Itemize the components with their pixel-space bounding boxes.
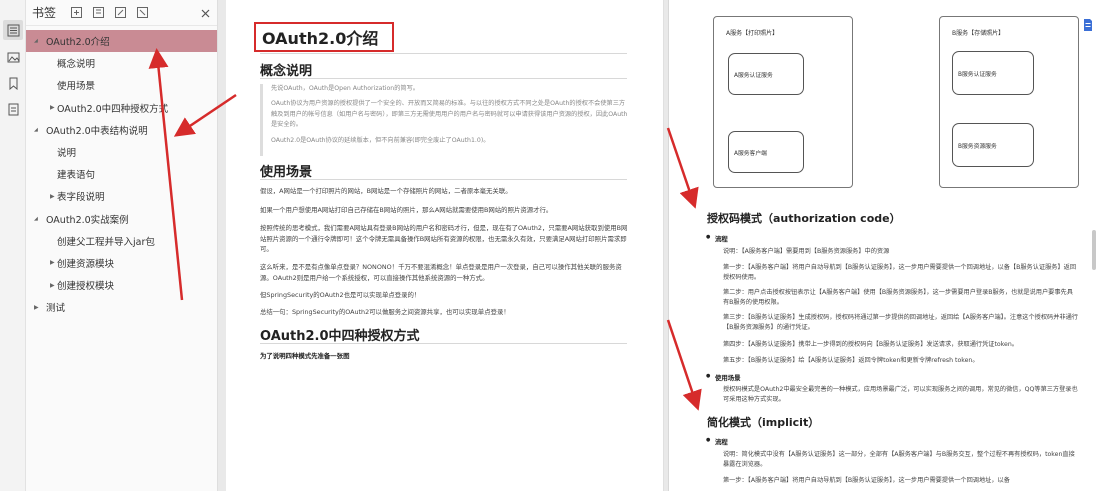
document-icon <box>1084 19 1092 31</box>
sidebar-item[interactable]: 使用场景 <box>26 74 217 96</box>
sidebar-item-label: 创建资源模块 <box>57 258 115 270</box>
sidebar-item[interactable]: ▶ 创建资源模块 <box>26 252 217 274</box>
section-heading: 授权码模式（authorization code） <box>707 212 901 225</box>
image-icon[interactable] <box>3 47 23 67</box>
paragraph: 第五步：【B服务认证服务】给【A服务认证服务】返回令牌token和更新令牌ref… <box>723 357 979 364</box>
expand-all-icon[interactable] <box>90 5 106 21</box>
diagram-box: B服务认证服务 <box>952 51 1034 95</box>
sidebar-item[interactable]: 说明 <box>26 141 217 163</box>
diagram-box: B服务资源服务 <box>952 123 1034 167</box>
bullet-heading: 使用场景 <box>706 373 740 382</box>
sidebar-item[interactable]: 建表语句 <box>26 163 217 185</box>
caret-right-icon[interactable]: ▶ <box>50 259 55 266</box>
attachment-icon[interactable] <box>3 99 23 119</box>
document-page-1: OAuth2.0介绍 概念说明 先说OAuth，OAuth是Open Autho… <box>226 0 664 491</box>
panel-title: 书签 <box>32 6 57 20</box>
sidebar-item-label: OAuth2.0介绍 <box>46 37 110 49</box>
service-a-diagram: A服务【打印照片】 A服务认证服务 A服务客户端 <box>713 16 853 188</box>
bookmark-icon[interactable] <box>3 73 23 93</box>
quote-block: 先说OAuth，OAuth是Open Authorization的简写。 OAu… <box>260 84 628 156</box>
service-b-diagram: B服务【存储照片】 B服务认证服务 B服务资源服务 <box>939 16 1079 188</box>
sidebar-item-label: OAuth2.0中表结构说明 <box>46 125 148 137</box>
paragraph: 总结一句：SpringSecurity的OAuth2可以做服务之间资源共享，也可… <box>260 308 510 316</box>
paragraph: 第二步：用户点击授权按钮表示让【A服务客户端】使用【B服务资源服务】，这一步需要… <box>723 289 1073 307</box>
sidebar-item[interactable]: ▶ OAuth2.0中四种授权方式 <box>26 97 217 119</box>
paragraph: 但SpringSecurity的OAuth2也是可以实现单点登录的！ <box>260 291 421 299</box>
caret-down-icon[interactable]: ◢ <box>34 216 38 222</box>
paragraph: 第三步：【B服务认证服务】生成授权码，授权码将通过第一步提供的回调地址，返回给【… <box>723 314 1078 332</box>
paragraph: 第四步：【A服务认证服务】携带上一步得到的授权码向【B服务认证服务】发送请求，获… <box>723 341 1018 348</box>
sidebar-item-label: 建表语句 <box>57 170 96 182</box>
paragraph: 第一步：【A服务客户端】将用户自动导航到【B服务认证服务】，这一步用户需要提供一… <box>723 264 1077 282</box>
sidebar-item-label: OAuth2.0中四种授权方式 <box>57 103 169 115</box>
bookmark-tree: ◢ OAuth2.0介绍 概念说明 使用场景 ▶ OAuth2.0中四种授权方式 ◢ OAut… <box>26 30 217 318</box>
sidebar-item[interactable]: ▶ 表字段说明 <box>26 185 217 207</box>
paragraph: 如果一个用户想使用A网站打印自己存储在B网站的照片，那么A网站就需要使用B网站的… <box>260 206 553 214</box>
divider <box>260 343 627 344</box>
delete-bookmark-icon[interactable] <box>134 5 150 21</box>
paragraph: 第一步：【A服务客户端】将用户自动导航到【B服务认证服务】，这一步用户需要提供一… <box>723 477 1010 484</box>
caret-right-icon[interactable]: ▶ <box>50 104 55 111</box>
note-text: 为了说明四种模式先准备一张图 <box>260 352 350 360</box>
section-heading: OAuth2.0中四种授权方式 <box>260 329 420 344</box>
divider <box>260 78 627 79</box>
sidebar-item[interactable]: ◢ OAuth2.0中表结构说明 <box>26 119 217 141</box>
quote-text: OAuth2.0是OAuth协议的延续版本，但不向前兼容(即完全废止了OAuth… <box>271 136 490 144</box>
caret-right-icon[interactable]: ▶ <box>34 304 39 311</box>
sidebar-item[interactable]: ▶ 测试 <box>26 296 217 318</box>
panel-header: 书签 <box>26 0 217 26</box>
icon-rail <box>0 0 26 491</box>
sidebar-item-label: 测试 <box>46 303 66 315</box>
sidebar-item-label: 创建父工程并导入jar包 <box>57 236 155 248</box>
diagram-box: A服务客户端 <box>728 131 804 173</box>
paragraph: 说明：简化模式中没有【A服务认证服务】这一部分，全部有【A服务客户端】与B服务交… <box>723 451 1075 469</box>
sidebar-item-label: 表字段说明 <box>57 192 105 204</box>
sidebar-item[interactable]: 创建父工程并导入jar包 <box>26 230 217 252</box>
close-icon[interactable] <box>197 5 213 21</box>
paragraph: 这么听来，是不是有点像单点登录？NONONO！千万不要混淆概念！单点登录是用户一… <box>260 263 622 282</box>
add-bookmark-icon[interactable] <box>68 5 84 21</box>
bookmark-panel: 书签 ◢ OAuth2.0介绍 概念说明 使用场景 ▶ OAuth2.0中四种授权方式 ◢ O… <box>26 0 218 491</box>
divider <box>260 179 627 180</box>
paragraph: 授权码模式是OAuth2中最安全最完善的一种模式，应用场景最广泛，可以实现服务之… <box>723 386 1078 404</box>
sidebar-item-label: OAuth2.0实战案例 <box>46 214 129 226</box>
page-title: OAuth2.0介绍 <box>254 22 394 52</box>
document-page-2: A服务【打印照片】 A服务认证服务 A服务客户端 B服务【存储照片】 B服务认证… <box>668 0 1098 491</box>
section-heading: 概念说明 <box>260 64 313 79</box>
paragraph: 说明：【A服务客户端】需要用到【B服务资源服务】中的资源 <box>723 248 890 255</box>
sidebar-item[interactable]: ◢ OAuth2.0实战案例 <box>26 208 217 230</box>
diagram-box: A服务认证服务 <box>728 53 804 95</box>
sidebar-item[interactable]: 概念说明 <box>26 52 217 74</box>
sidebar-item-label: 创建授权模块 <box>57 281 115 293</box>
paragraph: 假设，A网站是一个打印照片的网站，B网站是一个存储照片的网站，二者原本毫无关联。 <box>260 187 512 195</box>
caret-down-icon[interactable]: ◢ <box>34 127 38 133</box>
caret-down-icon[interactable]: ◢ <box>34 38 38 44</box>
sidebar-item[interactable]: ◢ OAuth2.0介绍 <box>26 30 217 53</box>
sidebar-item-label: 说明 <box>57 148 77 160</box>
section-heading: 使用场景 <box>260 165 313 180</box>
divider <box>260 53 627 54</box>
sidebar-item-label: 概念说明 <box>57 59 96 71</box>
quote-text: OAuth协议为用户资源的授权提供了一个安全的、开放而又简易的标准。与以往的授权… <box>271 100 628 129</box>
bullet-heading: 流程 <box>706 437 728 446</box>
sidebar-item-label: 使用场景 <box>57 81 96 93</box>
edit-bookmark-icon[interactable] <box>112 5 128 21</box>
outline-icon[interactable] <box>3 20 23 40</box>
sidebar-item[interactable]: ▶ 创建授权模块 <box>26 274 217 296</box>
caret-right-icon[interactable]: ▶ <box>50 282 55 289</box>
diagram-label: B服务【存储照片】 <box>952 30 1005 37</box>
caret-right-icon[interactable]: ▶ <box>50 193 55 200</box>
paragraph: 按照传统的思考模式，我们需要A网站具有登录B网站的用户名和密码才行，但是，现在有… <box>260 224 628 254</box>
diagram-label: A服务【打印照片】 <box>726 30 779 37</box>
section-heading: 简化模式（implicit） <box>707 416 820 429</box>
bullet-heading: 流程 <box>706 234 728 243</box>
quote-text: 先说OAuth，OAuth是Open Authorization的简写。 <box>271 85 419 92</box>
scrollbar[interactable] <box>1092 230 1096 270</box>
